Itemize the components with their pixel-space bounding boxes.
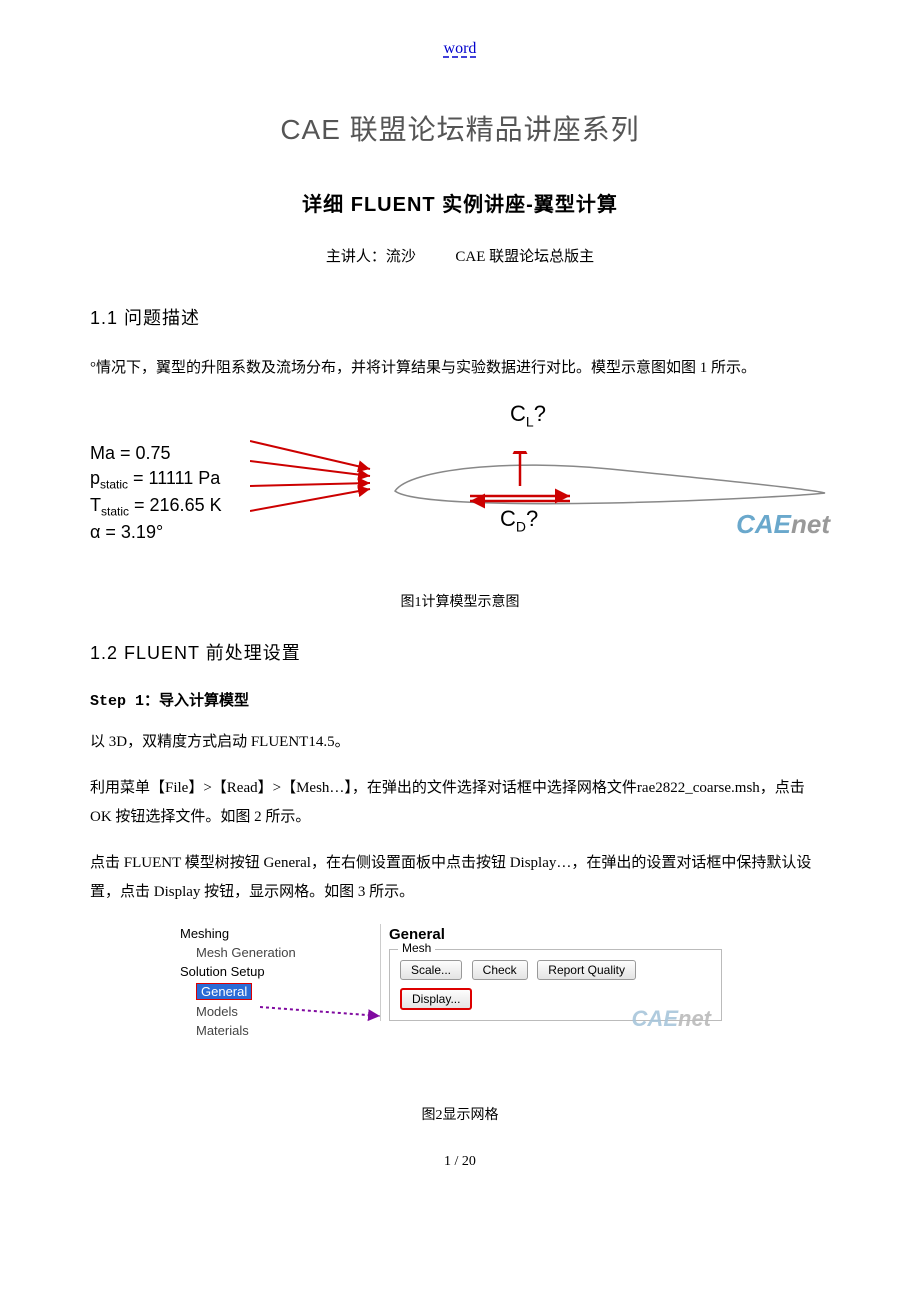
- figure-1-caption: 图1计算模型示意图: [90, 591, 830, 611]
- step1-para-b: 利用菜单【File】>【Read】>【Mesh…】，在弹出的文件选择对话框中选择…: [90, 774, 830, 831]
- param-ma: Ma = 0.75: [90, 441, 222, 466]
- header-link[interactable]: word: [444, 40, 477, 57]
- figure-1: Ma = 0.75 pstatic = 11111 Pa Tstatic = 2…: [90, 401, 830, 581]
- document-page: word CAE 联盟论坛精品讲座系列 详细 FLUENT 实例讲座-翼型计算 …: [0, 0, 920, 1200]
- param-t: Tstatic = 216.65 K: [90, 493, 222, 520]
- report-quality-button[interactable]: Report Quality: [537, 960, 636, 980]
- lecturer-name: 主讲人：流沙: [326, 249, 416, 265]
- tree-mesh-generation[interactable]: Mesh Generation: [180, 943, 296, 962]
- tree-materials[interactable]: Materials: [180, 1021, 296, 1040]
- header-link-row: word: [90, 40, 830, 58]
- lecturer-org: CAE 联盟论坛总版主: [455, 249, 594, 265]
- section-heading-1-2: 1.2 FLUENT 前处理设置: [90, 639, 830, 665]
- tree-solution-setup[interactable]: Solution Setup: [180, 962, 296, 981]
- brand-net-2: net: [678, 1006, 711, 1031]
- tree-general-row[interactable]: General: [180, 981, 296, 1002]
- param-alpha: α = 3.19°: [90, 520, 222, 545]
- watermark-caenet: CAEnet: [736, 509, 830, 540]
- step1-para-a: 以 3D，双精度方式启动 FLUENT14.5。: [90, 728, 830, 757]
- flow-params: Ma = 0.75 pstatic = 11111 Pa Tstatic = 2…: [90, 441, 222, 546]
- watermark-caenet-2: CAEnet: [632, 1006, 711, 1032]
- problem-paragraph: °情况下，翼型的升阻系数及流场分布，并将计算结果与实验数据进行对比。模型示意图如…: [90, 354, 830, 383]
- step1-para-c: 点击 FLUENT 模型树按钮 General，在右侧设置面板中点击按钮 Dis…: [90, 849, 830, 906]
- tree-general-selected[interactable]: General: [196, 983, 252, 1000]
- tree-meshing[interactable]: Meshing: [180, 924, 296, 943]
- figure-2: Meshing Mesh Generation Solution Setup G…: [180, 924, 740, 1064]
- figure-2-caption: 图2显示网格: [90, 1104, 830, 1124]
- general-panel: General Mesh Scale... Check Report Quali…: [380, 924, 730, 1021]
- scale-button[interactable]: Scale...: [400, 960, 462, 980]
- page-number: 1 / 20: [90, 1154, 830, 1170]
- lecturer-line: 主讲人：流沙 CAE 联盟论坛总版主: [90, 245, 830, 266]
- lift-coeff-label: CL?: [510, 401, 546, 429]
- step-1-heading: Step 1：导入计算模型: [90, 689, 830, 710]
- param-p: pstatic = 11111 Pa: [90, 466, 222, 493]
- brand-net: net: [791, 509, 830, 539]
- check-button[interactable]: Check: [472, 960, 528, 980]
- brand-cae-2: CAE: [632, 1006, 678, 1031]
- series-title: CAE 联盟论坛精品讲座系列: [90, 108, 830, 148]
- mesh-group: Mesh Scale... Check Report Quality Displ…: [389, 949, 722, 1021]
- callout-arrow-icon: [260, 1002, 390, 1022]
- main-title: 详细 FLUENT 实例讲座-翼型计算: [90, 188, 830, 217]
- section-heading-1-1: 1.1 问题描述: [90, 304, 830, 330]
- model-tree: Meshing Mesh Generation Solution Setup G…: [180, 924, 296, 1040]
- brand-cae: CAE: [736, 509, 791, 539]
- mesh-group-label: Mesh: [398, 941, 435, 955]
- inflow-arrows-icon: [250, 431, 390, 531]
- display-button[interactable]: Display...: [400, 988, 472, 1010]
- drag-coeff-label: CD?: [500, 506, 538, 534]
